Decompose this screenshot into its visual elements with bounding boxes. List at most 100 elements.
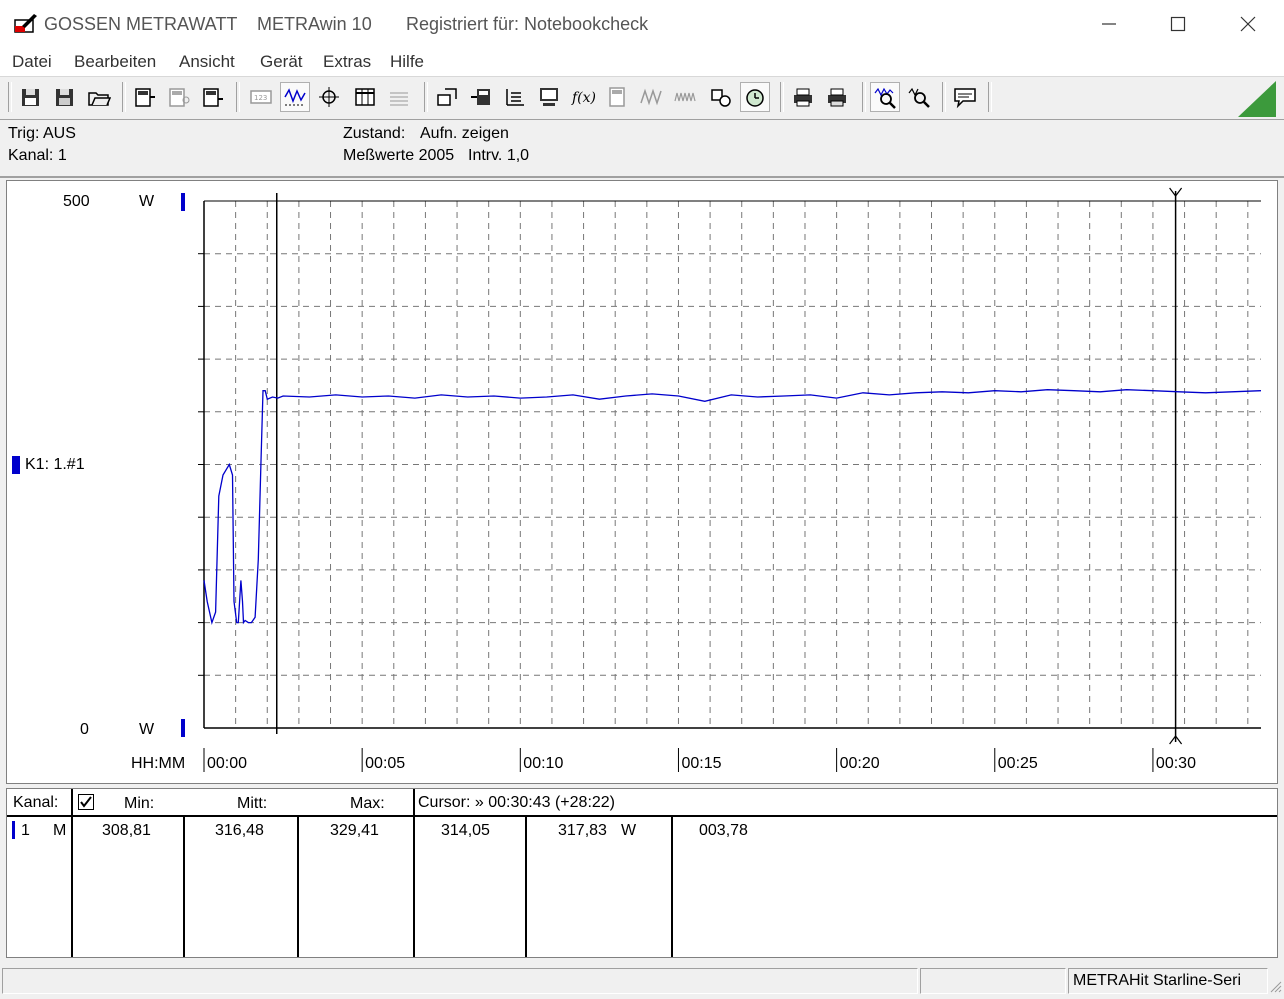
product-name: METRAwin 10 bbox=[257, 14, 372, 34]
column-divider bbox=[297, 817, 299, 957]
chart-view-icon bbox=[284, 88, 306, 106]
function-icon: f(x) bbox=[571, 90, 595, 106]
device-grey-button[interactable] bbox=[164, 82, 194, 112]
toolbar-separator bbox=[236, 82, 240, 112]
save-as-icon bbox=[56, 89, 73, 106]
menu-hilfe[interactable]: Hilfe bbox=[390, 52, 424, 72]
device-write-button[interactable] bbox=[198, 82, 228, 112]
header-cursor: Cursor: » 00:30:43 (+28:22) bbox=[418, 794, 616, 811]
statistics-icon bbox=[506, 89, 524, 106]
channel-status: Kanal: 1 bbox=[8, 147, 67, 164]
row-difference: 003,78 bbox=[699, 822, 748, 839]
comment-button[interactable] bbox=[950, 82, 980, 112]
zoom-button[interactable] bbox=[904, 82, 934, 112]
measurement-table: Kanal: Min: Mitt: Max: Cursor: » 00:30:4… bbox=[6, 788, 1278, 958]
row-channel: 1 bbox=[21, 822, 30, 839]
signal-noise-button[interactable] bbox=[670, 82, 700, 112]
table-view-button[interactable] bbox=[350, 82, 380, 112]
open-button[interactable] bbox=[84, 82, 114, 112]
maximize-button[interactable] bbox=[1143, 0, 1213, 48]
column-divider bbox=[183, 817, 185, 957]
header-mitt: Mitt: bbox=[237, 795, 268, 812]
column-divider bbox=[413, 789, 415, 957]
maximize-icon bbox=[1170, 16, 1186, 32]
numeric-display-icon: 123 bbox=[250, 90, 272, 104]
toolbar-separator bbox=[8, 82, 12, 112]
row-cursor-2: 317,83 bbox=[558, 822, 607, 839]
device-read-button[interactable] bbox=[130, 82, 160, 112]
signal-button[interactable] bbox=[636, 82, 666, 112]
registration-text: Registriert für: Notebookcheck bbox=[406, 14, 649, 34]
device-settings-icon bbox=[609, 87, 625, 107]
minimize-button[interactable] bbox=[1074, 0, 1144, 48]
menu-ansicht[interactable]: Ansicht bbox=[179, 52, 235, 72]
svg-text:f(x): f(x) bbox=[571, 90, 595, 106]
chart-panel: 500 W 0 W K1: 1.#1 HH:MM 00:00 00:05 00:10… bbox=[6, 180, 1278, 784]
device-settings-button[interactable] bbox=[602, 82, 632, 112]
interval-value: Intrv. 1,0 bbox=[468, 147, 530, 164]
channel-row-marker bbox=[12, 821, 15, 839]
svg-text:123: 123 bbox=[254, 94, 267, 102]
menu-extras[interactable]: Extras bbox=[323, 52, 371, 72]
export-button[interactable] bbox=[432, 82, 462, 112]
chart-view-button[interactable] bbox=[280, 82, 310, 112]
comment-icon bbox=[954, 88, 976, 109]
header-max: Max: bbox=[350, 795, 385, 812]
numeric-display-button[interactable]: 123 bbox=[246, 82, 276, 112]
x-tick-label: 00:30 bbox=[1156, 755, 1196, 772]
save-button[interactable] bbox=[16, 82, 46, 112]
menu-geraet[interactable]: Gerät bbox=[260, 52, 303, 72]
close-icon bbox=[1240, 16, 1256, 32]
import-button[interactable] bbox=[466, 82, 496, 112]
zoom-signal-button[interactable] bbox=[870, 82, 900, 112]
printer-icon bbox=[828, 88, 846, 107]
toolbar-separator bbox=[988, 82, 992, 112]
app-name: GOSSEN METRAWATT bbox=[44, 14, 238, 34]
signal-icon bbox=[640, 88, 662, 106]
timer-button[interactable] bbox=[740, 82, 770, 112]
status-bar: METRAHit Starline-Seri bbox=[0, 964, 1284, 996]
app-logo-icon bbox=[14, 12, 38, 34]
title-bar: GOSSEN METRAWATT METRAwin 10 Registriert… bbox=[0, 0, 1284, 48]
toolbar-separator bbox=[424, 82, 428, 112]
device-write-icon bbox=[203, 88, 223, 107]
menu-datei[interactable]: Datei bbox=[12, 52, 52, 72]
row-unit: W bbox=[621, 822, 637, 839]
x-tick-label: 00:20 bbox=[840, 755, 880, 772]
toolbar-separator bbox=[780, 82, 784, 112]
crosshair-button[interactable] bbox=[314, 82, 344, 112]
import-icon bbox=[471, 89, 490, 105]
list-icon bbox=[390, 92, 408, 106]
computer-button[interactable] bbox=[534, 82, 564, 112]
print-preview-button[interactable] bbox=[788, 82, 818, 112]
status-device: METRAHit Starline-Seri bbox=[1068, 968, 1268, 994]
trigger-status: Trig: AUS bbox=[8, 125, 76, 142]
print-button[interactable] bbox=[822, 82, 852, 112]
row-mitt: 316,48 bbox=[215, 822, 264, 839]
save-as-button[interactable] bbox=[50, 82, 80, 112]
statistics-button[interactable] bbox=[500, 82, 530, 112]
resize-grip-icon[interactable] bbox=[1268, 978, 1282, 994]
menu-bearbeiten[interactable]: Bearbeiten bbox=[74, 52, 156, 72]
zoom-signal-icon bbox=[874, 87, 896, 109]
table-icon bbox=[355, 88, 375, 106]
close-button[interactable] bbox=[1213, 0, 1283, 48]
save-icon bbox=[22, 89, 39, 106]
status-pane-middle bbox=[920, 968, 1066, 994]
computer-icon bbox=[540, 88, 558, 106]
status-indicator-icon bbox=[1236, 79, 1276, 117]
x-tick-label: 00:10 bbox=[523, 755, 563, 772]
connect-icon bbox=[711, 89, 731, 107]
minimize-icon bbox=[1102, 23, 1116, 25]
connect-button[interactable] bbox=[706, 82, 736, 112]
x-tick-label: 00:00 bbox=[207, 755, 247, 772]
power-chart[interactable]: 00:00 00:05 00:10 00:15 00:20 00:25 00:30 bbox=[7, 181, 1277, 783]
list-view-button[interactable] bbox=[384, 82, 414, 112]
function-button[interactable]: f(x) bbox=[568, 82, 598, 112]
column-divider bbox=[71, 789, 73, 957]
x-tick-label: 00:15 bbox=[681, 755, 721, 772]
toolbar-separator bbox=[942, 82, 946, 112]
table-header-line bbox=[7, 815, 1277, 817]
row-cursor-1: 314,05 bbox=[441, 822, 490, 839]
channel-visible-checkbox[interactable] bbox=[78, 794, 94, 810]
